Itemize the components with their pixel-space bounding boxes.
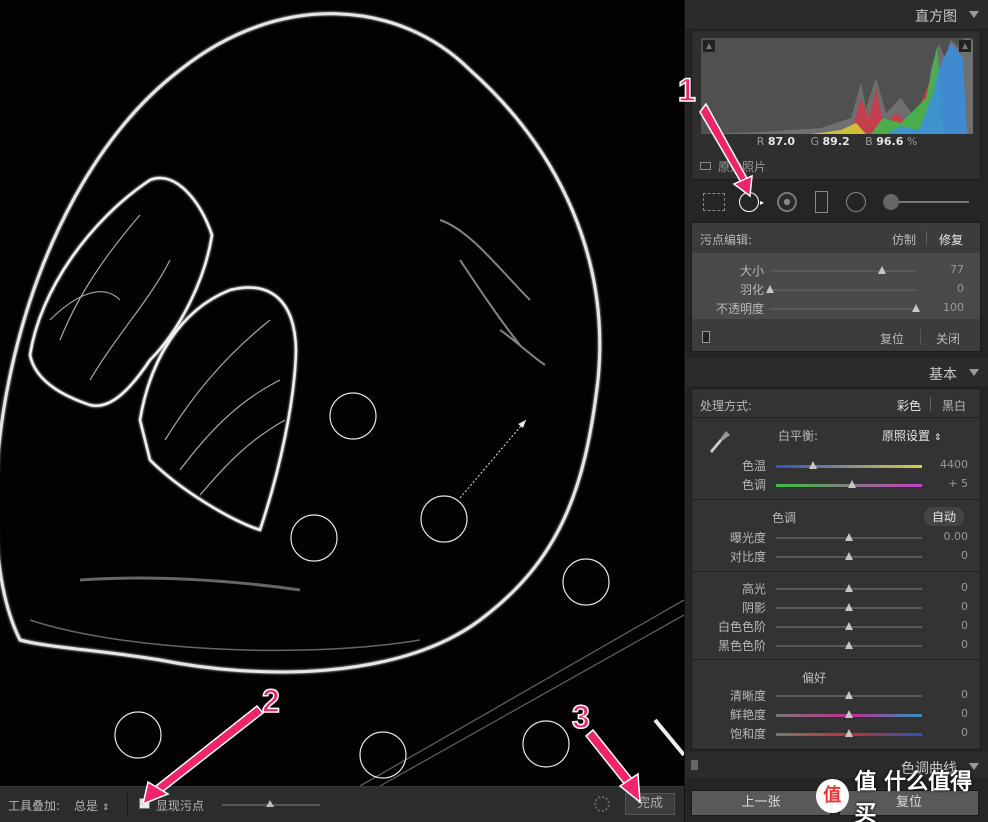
toggle-switch-icon[interactable] xyxy=(702,331,710,343)
slider-label: 对比度 xyxy=(729,550,766,564)
slider-label: 大小 xyxy=(739,264,764,278)
previous-button[interactable]: 上一张 xyxy=(691,790,831,816)
show-spots-label: 显现污点 xyxy=(156,799,205,813)
treatment-bw-button[interactable]: 黑白 xyxy=(942,397,966,414)
spot-edit-title: 污点编辑: xyxy=(700,233,753,247)
adjustment-brush-icon[interactable] xyxy=(883,194,899,210)
slider-thumb[interactable] xyxy=(845,584,853,592)
slider-thumb[interactable] xyxy=(845,691,853,699)
slider-value: 4400 xyxy=(940,458,968,471)
slider-thumb[interactable] xyxy=(766,285,774,293)
visualize-spots-slider[interactable] xyxy=(222,800,320,807)
show-spots-checkbox[interactable]: ✓ xyxy=(139,798,150,809)
edge-visualization-image xyxy=(0,0,684,786)
slider-value: 0 xyxy=(961,619,968,632)
histogram-header[interactable]: 直方图 xyxy=(685,0,988,28)
collapse-triangle-icon xyxy=(969,11,979,18)
develop-right-panel: 直方图 R 87.0 G 89.2 B 96.6 % 原始照片 ▸ 污点编辑: … xyxy=(684,0,988,822)
graduated-filter-icon[interactable] xyxy=(815,191,828,213)
red-eye-tool-icon[interactable] xyxy=(777,192,797,212)
tone-title: 色调 xyxy=(772,511,797,525)
slider-track[interactable] xyxy=(776,465,922,468)
heal-mode-button[interactable]: 修复 xyxy=(939,231,963,248)
slider-label: 色温 xyxy=(741,459,766,473)
original-photo-icon[interactable] xyxy=(700,162,711,170)
slider-label: 阴影 xyxy=(741,601,766,615)
slider-label: 不透明度 xyxy=(715,302,764,316)
slider-value: 0.00 xyxy=(943,530,969,543)
treatment-color-button[interactable]: 彩色 xyxy=(897,397,921,414)
slider-value: 0 xyxy=(961,581,968,594)
slider-label: 清晰度 xyxy=(729,689,766,703)
slider-thumb[interactable] xyxy=(845,729,853,737)
slider-track[interactable] xyxy=(770,289,916,291)
slider-track[interactable] xyxy=(770,308,916,310)
histogram-panel: R 87.0 G 89.2 B 96.6 % 原始照片 xyxy=(691,30,981,180)
auto-tone-button[interactable]: 自动 xyxy=(924,507,965,526)
clone-mode-button[interactable]: 仿制 xyxy=(892,231,916,248)
slider-thumb[interactable] xyxy=(847,480,856,488)
slider-label: 羽化 xyxy=(739,283,764,297)
spot-edit-panel: 污点编辑: 仿制 修复 大小 77 羽化 0 不透明度 100 复位 关闭 xyxy=(691,222,981,352)
slider-thumb[interactable] xyxy=(845,710,853,718)
basic-header[interactable]: 基本 xyxy=(685,358,988,386)
radial-filter-icon[interactable] xyxy=(846,192,866,212)
original-photo-label: 原始照片 xyxy=(718,160,767,174)
slider-value: 0 xyxy=(961,600,968,613)
tool-strip: ▸ xyxy=(691,184,981,220)
slider-thumb[interactable] xyxy=(912,304,920,312)
photo-canvas[interactable] xyxy=(0,0,684,786)
presence-title: 偏好 xyxy=(802,671,827,685)
slider-thumb[interactable] xyxy=(845,622,853,630)
done-button[interactable]: 完成 xyxy=(625,793,675,815)
collapse-triangle-icon xyxy=(969,369,979,376)
bottom-toolbar: 工具叠加: 总是 ⇕ ✓ 显现污点 完成 xyxy=(0,786,684,822)
spot-edit-sliders: 大小 77 羽化 0 不透明度 100 xyxy=(692,253,980,319)
slider-value: 77 xyxy=(950,263,964,276)
slider-thumb[interactable] xyxy=(878,266,887,274)
treatment-label: 处理方式: xyxy=(700,399,753,413)
slider-value: 100 xyxy=(943,301,964,314)
slider-label: 色调 xyxy=(741,478,766,492)
spot-removal-tool-icon[interactable] xyxy=(739,192,759,212)
white-balance-select[interactable]: 原照设置 ⇕ xyxy=(882,427,941,444)
slider-value: 0 xyxy=(961,707,968,720)
basic-panel: 处理方式: 彩色 黑白 白平衡: 原照设置 ⇕ 色温 4400 色调 + 5 色调 自… xyxy=(691,388,981,750)
slider-value: 0 xyxy=(961,726,968,739)
slider-label: 饱和度 xyxy=(729,727,766,741)
slider-label: 鲜艳度 xyxy=(729,708,766,722)
slider-track[interactable] xyxy=(770,270,916,272)
slider-value: 0 xyxy=(961,549,968,562)
slider-thumb[interactable] xyxy=(845,603,853,611)
slider-label: 白色色阶 xyxy=(717,620,766,634)
slider-value: + 5 xyxy=(948,477,968,490)
slider-value: 0 xyxy=(961,688,968,701)
slider-thumb[interactable] xyxy=(808,461,817,469)
crop-tool-icon[interactable] xyxy=(703,193,725,211)
white-balance-label: 白平衡: xyxy=(778,429,819,443)
tool-overlay-label: 工具叠加: xyxy=(8,799,61,813)
reset-button[interactable]: 复位 xyxy=(880,330,904,347)
slider-value: 0 xyxy=(957,282,964,295)
white-balance-eyedropper-icon[interactable] xyxy=(706,427,732,453)
watermark-logo: 值 值 什么值得买 xyxy=(816,770,988,822)
slider-thumb[interactable] xyxy=(845,552,853,560)
histogram-graph xyxy=(701,38,973,134)
tool-overlay-select[interactable]: 总是 ⇕ xyxy=(74,797,109,814)
slider-label: 曝光度 xyxy=(729,531,766,545)
slider-value: 0 xyxy=(961,638,968,651)
loading-spinner-icon xyxy=(594,796,610,812)
slider-label: 高光 xyxy=(741,582,766,596)
close-button[interactable]: 关闭 xyxy=(936,330,960,347)
slider-thumb[interactable] xyxy=(845,641,853,649)
slider-label: 黑色色阶 xyxy=(717,639,766,653)
rgb-readout: R 87.0 G 89.2 B 96.6 % xyxy=(756,135,918,148)
slider-thumb[interactable] xyxy=(845,533,853,541)
